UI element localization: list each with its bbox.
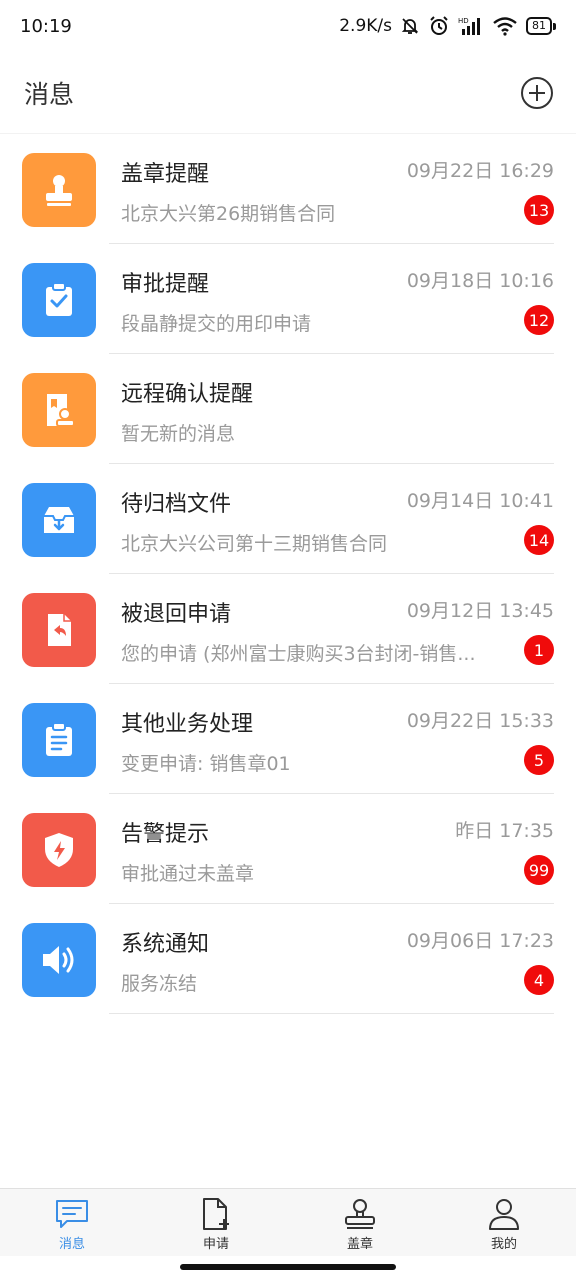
message-title: 告警提示 [121, 822, 210, 847]
home-indicator [180, 1264, 396, 1270]
message-time: 09月22日 16:29 [406, 160, 554, 182]
chat-icon [55, 1197, 89, 1231]
network-speed: 2.9K/s [339, 16, 392, 36]
page-header: 消息 [0, 52, 576, 134]
bottom-nav: 消息 申请 盖章 我的 [0, 1188, 576, 1256]
message-time: 昨日 17:35 [455, 820, 554, 842]
message-icon-box [22, 593, 96, 667]
message-item-other-business[interactable]: 其他业务处理 09月22日 15:33 变更申请: 销售章01 5 [0, 684, 576, 794]
message-subtitle: 北京大兴第26期销售合同 [121, 203, 336, 225]
message-item-seal-reminder[interactable]: 盖章提醒 09月22日 16:29 北京大兴第26期销售合同 13 [0, 134, 576, 244]
nav-tab-apply[interactable]: 申请 [144, 1189, 288, 1256]
unread-badge: 12 [524, 305, 554, 335]
message-item-pending-archive[interactable]: 待归档文件 09月14日 10:41 北京大兴公司第十三期销售合同 14 [0, 464, 576, 574]
speaker-icon [43, 946, 74, 974]
message-title: 审批提醒 [121, 272, 210, 297]
nav-tab-me[interactable]: 我的 [432, 1189, 576, 1256]
message-item-approval-reminder[interactable]: 审批提醒 09月18日 10:16 段晶静提交的用印申请 12 [0, 244, 576, 354]
nav-label: 消息 [58, 1237, 85, 1252]
message-content: 待归档文件 09月14日 10:41 北京大兴公司第十三期销售合同 14 [109, 464, 554, 574]
clipboard-list-icon [46, 722, 72, 756]
message-title: 远程确认提醒 [121, 382, 254, 407]
message-subtitle: 服务冻结 [121, 973, 198, 995]
status-bar: 10:19 2.9K/s HD 81 [0, 0, 576, 52]
message-item-alarm-alert[interactable]: 告警提示 昨日 17:35 审批通过未盖章 99 [0, 794, 576, 904]
message-time: 09月06日 17:23 [406, 930, 554, 952]
message-title: 系统通知 [121, 932, 210, 957]
message-content: 盖章提醒 09月22日 16:29 北京大兴第26期销售合同 13 [109, 134, 554, 244]
shield-alert-icon [45, 833, 73, 867]
message-title: 其他业务处理 [121, 712, 254, 737]
message-time: 09月18日 10:16 [406, 270, 554, 292]
archive-box-icon [44, 507, 74, 533]
message-content: 其他业务处理 09月22日 15:33 变更申请: 销售章01 5 [109, 684, 554, 794]
unread-badge: 1 [524, 635, 554, 665]
bell-muted-icon [400, 16, 420, 36]
nav-label: 盖章 [346, 1237, 373, 1252]
message-icon-box [22, 703, 96, 777]
message-icon-box [22, 813, 96, 887]
message-icon-box [22, 263, 96, 337]
message-subtitle: 您的申请 (郑州富士康购买3台封闭-销售... [121, 643, 476, 665]
message-title: 待归档文件 [121, 492, 232, 517]
battery-icon: 81 [526, 17, 556, 35]
document-add-icon [200, 1197, 232, 1231]
add-button[interactable] [520, 76, 554, 110]
remote-stamp-icon [47, 394, 75, 427]
clipboard-check-icon [46, 282, 72, 316]
message-subtitle: 段晶静提交的用印申请 [121, 313, 312, 335]
stamp-outline-icon [343, 1197, 377, 1231]
message-title: 盖章提醒 [121, 162, 210, 187]
message-icon-box [22, 483, 96, 557]
message-item-returned-application[interactable]: 被退回申请 09月12日 13:45 您的申请 (郑州富士康购买3台封闭-销售.… [0, 574, 576, 684]
unread-badge: 5 [524, 745, 554, 775]
status-icons: 2.9K/s HD 81 [339, 15, 556, 37]
page-title: 消息 [24, 79, 75, 109]
unread-badge: 13 [524, 195, 554, 225]
message-icon-box [22, 373, 96, 447]
message-title: 被退回申请 [121, 602, 232, 627]
message-subtitle: 审批通过未盖章 [121, 863, 255, 885]
user-icon [487, 1197, 521, 1231]
stamp-icon [46, 175, 72, 206]
message-time: 09月12日 13:45 [406, 600, 554, 622]
plus-circle-icon [521, 76, 553, 109]
message-content: 远程确认提醒 暂无新的消息 [109, 354, 554, 464]
battery-level: 81 [526, 17, 552, 35]
message-icon-box [22, 923, 96, 997]
alarm-icon [428, 15, 450, 37]
message-content: 系统通知 09月06日 17:23 服务冻结 4 [109, 904, 554, 1014]
unread-badge: 14 [524, 525, 554, 555]
svg-text:HD: HD [458, 17, 469, 25]
message-subtitle: 暂无新的消息 [121, 423, 236, 445]
nav-label: 申请 [202, 1237, 229, 1252]
signal-icon: HD [458, 16, 484, 36]
message-subtitle: 北京大兴公司第十三期销售合同 [121, 533, 388, 555]
message-icon-box [22, 153, 96, 227]
message-content: 被退回申请 09月12日 13:45 您的申请 (郑州富士康购买3台封闭-销售.… [109, 574, 554, 684]
message-time: 09月22日 15:33 [406, 710, 554, 732]
message-item-remote-confirm[interactable]: 远程确认提醒 暂无新的消息 [0, 354, 576, 464]
message-subtitle: 变更申请: 销售章01 [121, 753, 291, 775]
status-time: 10:19 [20, 15, 72, 37]
message-item-system-notice[interactable]: 系统通知 09月06日 17:23 服务冻结 4 [0, 904, 576, 1014]
nav-tab-stamp[interactable]: 盖章 [288, 1189, 432, 1256]
nav-label: 我的 [490, 1237, 517, 1252]
return-document-icon [48, 614, 71, 646]
nav-tab-messages[interactable]: 消息 [0, 1189, 144, 1256]
wifi-icon [492, 16, 518, 36]
message-time: 09月14日 10:41 [406, 490, 554, 512]
message-list: 盖章提醒 09月22日 16:29 北京大兴第26期销售合同 13 审批提醒 0… [0, 134, 576, 1014]
unread-badge: 99 [524, 855, 554, 885]
message-content: 告警提示 昨日 17:35 审批通过未盖章 99 [109, 794, 554, 904]
message-content: 审批提醒 09月18日 10:16 段晶静提交的用印申请 12 [109, 244, 554, 354]
unread-badge: 4 [524, 965, 554, 995]
